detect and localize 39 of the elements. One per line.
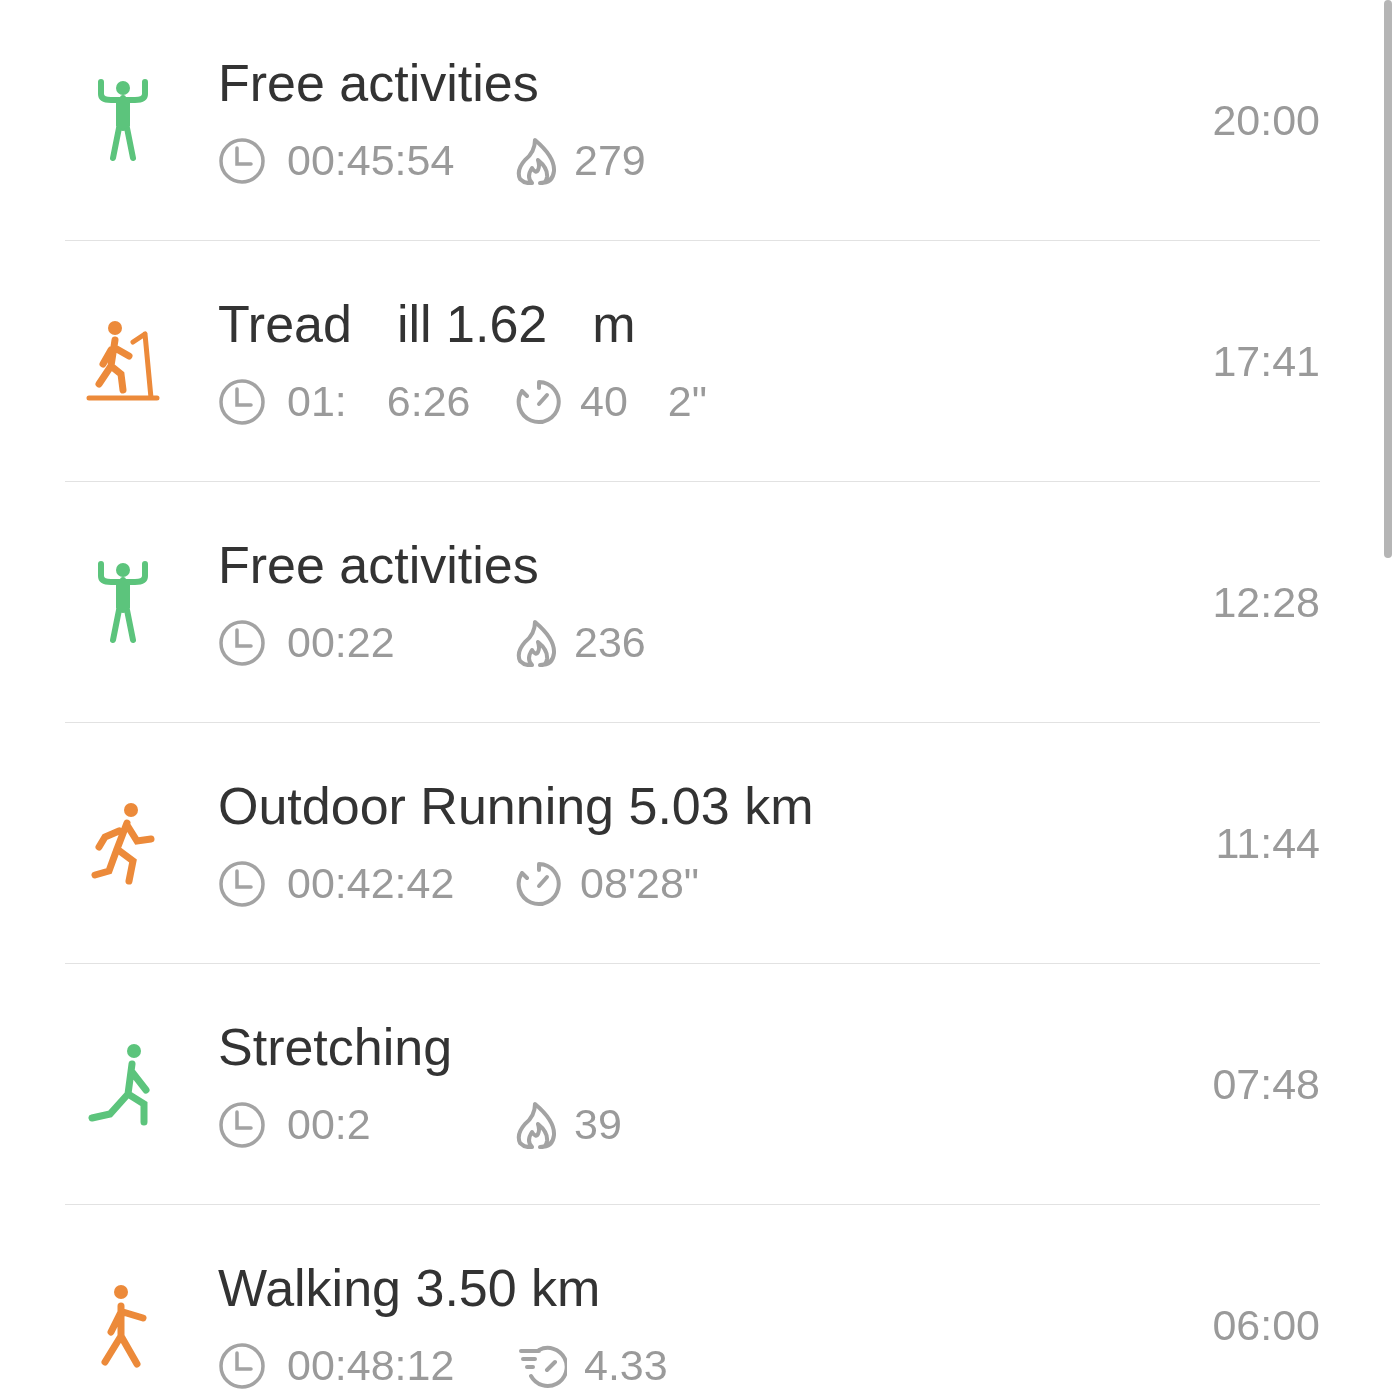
- activity-title: Stretching: [218, 1019, 453, 1077]
- metric-text: 236: [574, 621, 646, 665]
- activity-title: ill 1.62: [396, 296, 548, 354]
- clock-icon: [218, 136, 266, 185]
- metric-text: 279: [574, 139, 646, 183]
- clock-icon: [218, 859, 266, 908]
- duration-text: 00:45:54: [287, 139, 455, 183]
- activity-title: m: [592, 296, 636, 354]
- metric-text: 4.33: [584, 1344, 668, 1388]
- activity-time: 17:41: [1212, 335, 1320, 387]
- speedometer-icon: [515, 377, 563, 426]
- clock-icon: [218, 377, 266, 426]
- activity-title: Free activities: [218, 55, 539, 113]
- activity-title: Free activities: [218, 537, 539, 595]
- flame-icon: [515, 1100, 557, 1149]
- clock-icon: [218, 618, 266, 667]
- flame-icon: [515, 136, 557, 185]
- metric-text: 2": [667, 380, 708, 424]
- duration-text: 00:2: [287, 1103, 371, 1147]
- clock-icon: [218, 1341, 266, 1390]
- duration-text: 01:: [287, 380, 347, 424]
- metric-text: 08'28": [580, 862, 700, 906]
- activity-title: Outdoor Running 5.03 km: [218, 778, 814, 836]
- metric-text: 39: [574, 1103, 622, 1147]
- metric-text: 40: [580, 380, 628, 424]
- speedometer-icon: [515, 859, 563, 908]
- activity-time: 07:48: [1212, 1058, 1320, 1110]
- duration-text: 6:26: [386, 380, 471, 424]
- clock-icon: [218, 1100, 266, 1149]
- duration-text: 00:42:42: [287, 862, 455, 906]
- activity-time: 20:00: [1212, 94, 1320, 146]
- duration-text: 00:22: [287, 621, 395, 665]
- activity-time: 06:00: [1212, 1299, 1320, 1351]
- activity-time: 11:44: [1215, 817, 1320, 869]
- duration-text: 00:48:12: [287, 1344, 455, 1388]
- activity-title: Tread: [218, 296, 352, 354]
- flame-icon: [515, 618, 557, 667]
- activity-time: 12:28: [1212, 576, 1320, 628]
- activity-title: Walking 3.50 km: [218, 1260, 601, 1318]
